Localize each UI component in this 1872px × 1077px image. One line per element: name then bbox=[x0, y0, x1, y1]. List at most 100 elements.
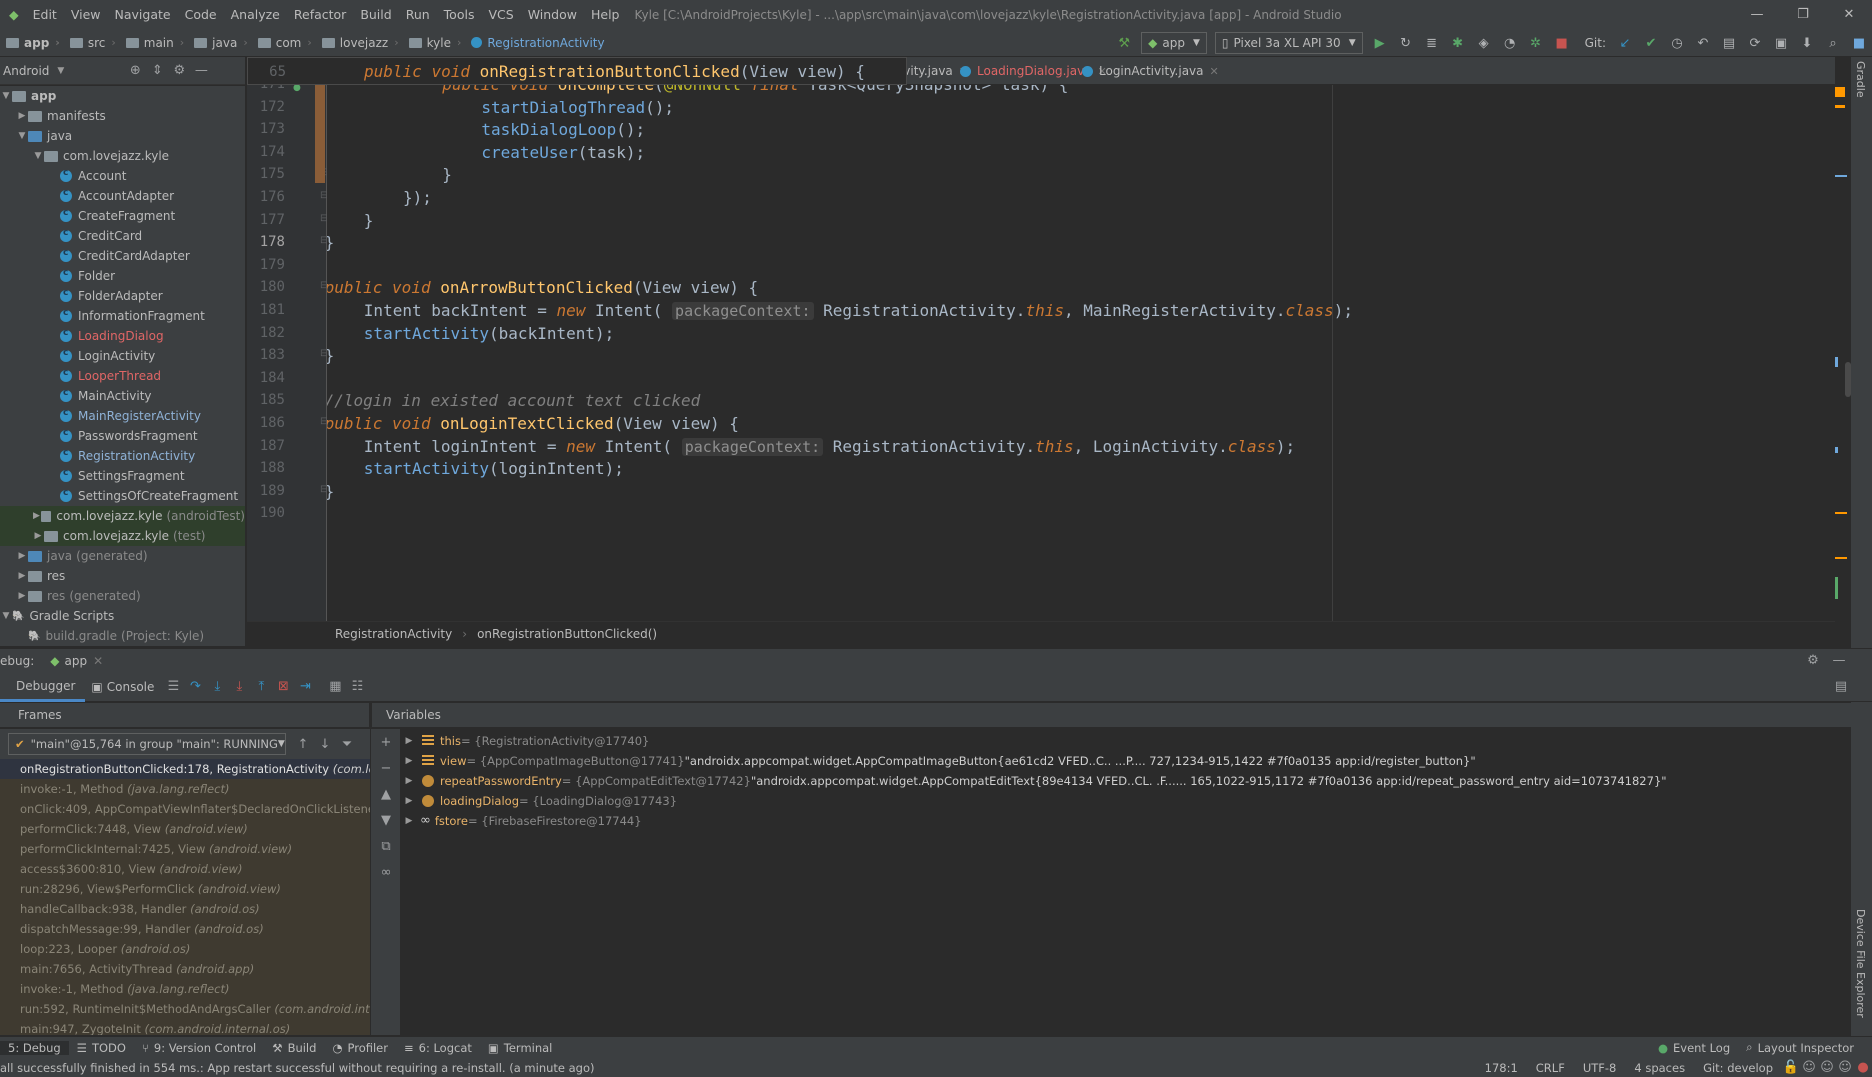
tree-item-loadingdialog[interactable]: LoadingDialog bbox=[0, 326, 245, 346]
tree-item-com-lovejazz-kyle[interactable]: ▶ com.lovejazz.kyle (test) bbox=[0, 526, 245, 546]
gear-icon[interactable]: ⚙ bbox=[1802, 650, 1824, 672]
editor-tab-loginactivity-java[interactable]: LoginActivity.java ✕ bbox=[1082, 57, 1219, 85]
tool-tab-6-logcat[interactable]: ≡ 6: Logcat bbox=[396, 1041, 480, 1055]
arrow-down-icon[interactable]: ↓ bbox=[314, 733, 336, 755]
stack-frame[interactable]: access$3600:810, View (android.view) bbox=[0, 859, 370, 879]
menu-view[interactable]: View bbox=[64, 7, 108, 22]
variable-row[interactable]: ▶ repeatPasswordEntry = {AppCompatEditTex… bbox=[400, 771, 1848, 791]
menu-refactor[interactable]: Refactor bbox=[287, 7, 353, 22]
tree-item-creditcardadapter[interactable]: CreditCardAdapter bbox=[0, 246, 245, 266]
stack-frame[interactable]: performClickInternal:7425, View (android… bbox=[0, 839, 370, 859]
tree-item-createfragment[interactable]: CreateFragment bbox=[0, 206, 245, 226]
tree-item-account[interactable]: Account bbox=[0, 166, 245, 186]
close-window-icon[interactable]: ✕ bbox=[1826, 0, 1872, 29]
code-editor[interactable]: public void onComplete(@NonNull final Ta… bbox=[327, 85, 1835, 621]
memory-icon[interactable]: ☺ bbox=[1818, 1057, 1836, 1077]
expanded-arrow-icon[interactable]: ▼ bbox=[32, 151, 44, 161]
apply-code-changes-icon[interactable]: ≣ bbox=[1421, 32, 1443, 54]
tree-item-settingsfragment[interactable]: SettingsFragment bbox=[0, 466, 245, 486]
tool-tab-build[interactable]: ⚒ Build bbox=[264, 1041, 324, 1055]
step-over-icon[interactable]: ↷ bbox=[184, 676, 206, 698]
tree-item-mainregisteractivity[interactable]: MainRegisterActivity bbox=[0, 406, 245, 426]
stack-frame[interactable]: run:28296, View$PerformClick (android.vi… bbox=[0, 879, 370, 899]
tree-item-app[interactable]: ▼ app bbox=[0, 86, 245, 106]
tool-tab-terminal[interactable]: ▣ Terminal bbox=[480, 1041, 560, 1055]
debugger-tab[interactable]: Debugger bbox=[0, 672, 86, 702]
remove-watch-icon[interactable]: − bbox=[375, 757, 397, 779]
line-separator[interactable]: CRLF bbox=[1527, 1061, 1574, 1075]
tree-item-registrationactivity[interactable]: RegistrationActivity bbox=[0, 446, 245, 466]
crumb-app[interactable]: app › bbox=[0, 36, 64, 50]
tree-item-res[interactable]: ▶ res bbox=[0, 566, 245, 586]
stack-frame[interactable]: invoke:-1, Method (java.lang.reflect) bbox=[0, 779, 370, 799]
collapsed-arrow-icon[interactable]: ▶ bbox=[400, 751, 418, 771]
git-update-icon[interactable]: ↙ bbox=[1614, 32, 1636, 54]
git-rollback-icon[interactable]: ↶ bbox=[1692, 32, 1714, 54]
tool-tab-9-version-control[interactable]: ⑂ 9: Version Control bbox=[134, 1041, 264, 1055]
menu-run[interactable]: Run bbox=[399, 7, 437, 22]
tool-tab-event-log[interactable]: ● Event Log bbox=[1650, 1040, 1738, 1055]
target-icon[interactable]: ⊕ bbox=[124, 60, 146, 82]
gear-icon[interactable]: ⚙ bbox=[168, 60, 190, 82]
stack-frame[interactable]: handleCallback:938, Handler (android.os) bbox=[0, 899, 370, 919]
search-icon[interactable]: ⌕ bbox=[1822, 32, 1844, 54]
add-watch-icon[interactable]: + bbox=[375, 731, 397, 753]
breadcrumb-method[interactable]: onRegistrationButtonClicked() bbox=[477, 627, 657, 641]
tree-item-loginactivity[interactable]: LoginActivity bbox=[0, 346, 245, 366]
collapsed-arrow-icon[interactable]: ▶ bbox=[400, 811, 418, 831]
tree-item-looperthread[interactable]: LooperThread bbox=[0, 366, 245, 386]
tool-tab-todo[interactable]: ☰ TODO bbox=[69, 1041, 134, 1055]
step-into-icon[interactable]: ⤓ bbox=[206, 676, 228, 698]
stack-frame[interactable]: main:947, ZygoteInit (com.android.intern… bbox=[0, 1019, 370, 1035]
stack-frame[interactable]: performClick:7448, View (android.view) bbox=[0, 819, 370, 839]
git-history-icon[interactable]: ◷ bbox=[1666, 32, 1688, 54]
stop-icon[interactable]: ■ bbox=[1551, 32, 1573, 54]
sdk-manager-icon[interactable]: ⬇ bbox=[1796, 32, 1818, 54]
stack-frame[interactable]: onClick:409, AppCompatViewInflater$Decla… bbox=[0, 799, 370, 819]
stack-frame[interactable]: onRegistrationButtonClicked:178, Registr… bbox=[0, 759, 370, 779]
tree-item-gradle-scripts[interactable]: ▼ 🐘 Gradle Scripts bbox=[0, 606, 245, 626]
layout-icon[interactable]: ▤ bbox=[1830, 676, 1852, 698]
tree-item-com-lovejazz-kyle[interactable]: ▶ com.lovejazz.kyle (androidTest) bbox=[0, 506, 245, 526]
collapsed-arrow-icon[interactable]: ▶ bbox=[32, 511, 41, 521]
stack-frame[interactable]: invoke:-1, Method (java.lang.reflect) bbox=[0, 979, 370, 999]
indent-setting[interactable]: 4 spaces bbox=[1625, 1061, 1694, 1075]
git-commit-icon[interactable]: ✔ bbox=[1640, 32, 1662, 54]
tree-item-manifests[interactable]: ▶ manifests bbox=[0, 106, 245, 126]
file-encoding[interactable]: UTF-8 bbox=[1574, 1061, 1626, 1075]
menu-help[interactable]: Help bbox=[584, 7, 627, 22]
show-execution-point-icon[interactable]: ☰ bbox=[162, 676, 184, 698]
sync-icon[interactable]: ⟳ bbox=[1744, 32, 1766, 54]
expanded-arrow-icon[interactable]: ▼ bbox=[0, 611, 12, 621]
crumb-lovejazz[interactable]: lovejazz › bbox=[316, 36, 403, 50]
variable-row[interactable]: ▶ this = {RegistrationActivity@17740} bbox=[400, 731, 1848, 751]
tree-item-java[interactable]: ▶ java (generated) bbox=[0, 546, 245, 566]
tree-item-mainactivity[interactable]: MainActivity bbox=[0, 386, 245, 406]
error-icon[interactable]: ● bbox=[1854, 1057, 1872, 1077]
tree-item-res[interactable]: ▶ res (generated) bbox=[0, 586, 245, 606]
run-to-cursor-icon[interactable]: ⇥ bbox=[294, 676, 316, 698]
breadcrumb-class[interactable]: RegistrationActivity bbox=[335, 627, 452, 641]
tool-tab-layout-inspector[interactable]: ⌕ Layout Inspector bbox=[1738, 1040, 1862, 1055]
status-message[interactable]: all successfully finished in 554 ms.: Ap… bbox=[0, 1061, 595, 1075]
arrow-up-icon[interactable]: ↑ bbox=[292, 733, 314, 755]
collapse-all-icon[interactable]: ⇕ bbox=[146, 60, 168, 82]
expanded-arrow-icon[interactable]: ▼ bbox=[0, 91, 12, 101]
drop-frame-icon[interactable]: ⊠ bbox=[272, 676, 294, 698]
collapsed-arrow-icon[interactable]: ▶ bbox=[400, 731, 418, 751]
collapsed-arrow-icon[interactable]: ▶ bbox=[32, 531, 44, 541]
tree-item-informationfragment[interactable]: InformationFragment bbox=[0, 306, 245, 326]
copy-icon[interactable]: ⧉ bbox=[375, 835, 397, 857]
debug-session-tab[interactable]: app bbox=[65, 654, 88, 668]
attach-debugger-icon[interactable]: ✲ bbox=[1525, 32, 1547, 54]
expanded-arrow-icon[interactable]: ▼ bbox=[16, 131, 28, 141]
evaluate-expression-icon[interactable]: ▦ bbox=[324, 676, 346, 698]
debug-icon[interactable]: ✱ bbox=[1447, 32, 1469, 54]
project-structure-icon[interactable]: ▤ bbox=[1718, 32, 1740, 54]
coverage-icon[interactable]: ◈ bbox=[1473, 32, 1495, 54]
stack-frame[interactable]: run:592, RuntimeInit$MethodAndArgsCaller… bbox=[0, 999, 370, 1019]
stack-frame[interactable]: loop:223, Looper (android.os) bbox=[0, 939, 370, 959]
profile-icon[interactable]: ◔ bbox=[1499, 32, 1521, 54]
collapsed-arrow-icon[interactable]: ▶ bbox=[16, 111, 28, 121]
collapsed-arrow-icon[interactable]: ▶ bbox=[400, 791, 418, 811]
